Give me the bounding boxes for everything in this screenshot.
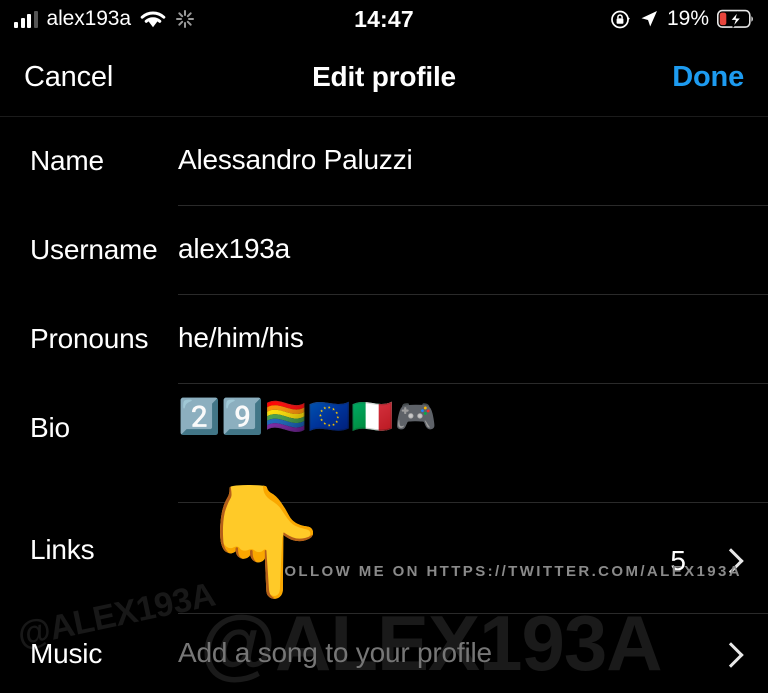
field-label-bio: Bio	[30, 412, 70, 443]
username-input[interactable]: alex193a	[178, 234, 740, 264]
chevron-right-icon[interactable]	[714, 638, 748, 672]
wifi-icon	[140, 10, 166, 29]
form-row-name[interactable]: Name Alessandro Paluzzi	[0, 117, 768, 206]
nav-bar: Cancel Edit profile Done	[0, 38, 768, 117]
links-field-wrap[interactable]: 5	[178, 502, 768, 614]
form-row-music[interactable]: Music Add a song to your profile	[0, 614, 768, 693]
cellular-signal-icon	[14, 10, 38, 28]
music-placeholder[interactable]: Add a song to your profile	[178, 638, 714, 668]
rotation-lock-icon	[610, 9, 631, 30]
field-label-links: Links	[30, 534, 95, 565]
name-field-wrap[interactable]: Alessandro Paluzzi	[178, 117, 768, 206]
done-button[interactable]: Done	[672, 61, 744, 94]
cancel-button[interactable]: Cancel	[24, 61, 113, 94]
phone-screen: alex193a 14:47 19% Cancel Edit profile D…	[0, 0, 768, 693]
form-row-bio[interactable]: Bio 2️⃣9️⃣🏳️‍🌈🇪🇺🇮🇹🎮	[0, 384, 768, 494]
field-label-music: Music	[30, 638, 103, 669]
pronouns-field-wrap[interactable]: he/him/his	[178, 295, 768, 384]
field-label-name: Name	[30, 145, 104, 176]
field-label-pronouns: Pronouns	[30, 323, 149, 354]
location-arrow-icon	[639, 9, 659, 29]
bio-input[interactable]: 2️⃣9️⃣🏳️‍🌈🇪🇺🇮🇹🎮	[178, 396, 740, 439]
form-row-username[interactable]: Username alex193a	[0, 206, 768, 295]
field-label-username: Username	[30, 234, 158, 265]
bio-field-wrap[interactable]: 2️⃣9️⃣🏳️‍🌈🇪🇺🇮🇹🎮	[178, 384, 768, 494]
form-row-pronouns[interactable]: Pronouns he/him/his	[0, 295, 768, 384]
status-bar: alex193a 14:47 19%	[0, 0, 768, 38]
battery-percent: 19%	[666, 7, 709, 30]
watermark-follow-text: FOLLOW ME ON HTTPS://TWITTER.COM/ALEX193…	[272, 563, 742, 580]
edit-profile-form: Name Alessandro Paluzzi Username alex193…	[0, 117, 768, 693]
carrier-name: alex193a	[46, 7, 132, 30]
battery-charging-icon	[717, 9, 754, 29]
form-row-links[interactable]: Links 5	[0, 502, 768, 614]
name-input[interactable]: Alessandro Paluzzi	[178, 145, 740, 175]
pronouns-input[interactable]: he/him/his	[178, 323, 740, 353]
status-bar-left: alex193a	[14, 7, 384, 31]
page-title: Edit profile	[312, 61, 456, 92]
activity-spinner-icon	[175, 9, 195, 29]
username-field-wrap[interactable]: alex193a	[178, 206, 768, 295]
music-field-wrap[interactable]: Add a song to your profile	[178, 614, 768, 693]
status-bar-right: 19%	[384, 7, 754, 31]
